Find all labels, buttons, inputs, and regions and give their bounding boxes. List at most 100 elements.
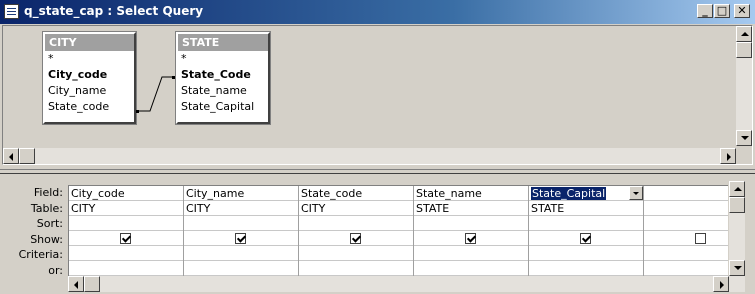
criteria-cell[interactable] [69,246,183,261]
criteria-cell[interactable] [184,246,298,261]
state-table-header[interactable]: STATE [178,34,268,51]
label-table: Table: [30,201,63,215]
or-cell[interactable] [184,261,298,276]
or-cell[interactable] [644,261,728,276]
show-cell[interactable] [299,231,413,246]
scroll-down-button[interactable] [736,130,752,146]
show-cell[interactable] [414,231,528,246]
maximize-button[interactable]: □ [714,4,730,18]
label-criteria: Criteria: [18,248,63,261]
table-pane-hscrollbar[interactable] [3,148,736,164]
field-cell[interactable]: City_name [184,186,298,201]
minimize-button[interactable]: _ [697,4,713,18]
scroll-thumb[interactable] [736,42,752,58]
state-table-box[interactable]: STATE * State_Code State_name State_Capi… [176,32,270,124]
sort-cell[interactable] [644,216,728,231]
join-line [136,76,175,113]
table-cell[interactable]: CITY [299,201,413,216]
grid-row-labels: Field: Table: Sort: Show: Criteria: or: [2,185,66,278]
state-field-state-name[interactable]: State_name [178,83,268,99]
state-field-star[interactable]: * [178,51,268,67]
criteria-cell[interactable] [529,246,643,261]
field-cell[interactable] [644,186,728,201]
field-dropdown-button[interactable] [629,186,643,200]
grid-scroll-right-button[interactable] [713,276,729,292]
table-pane-vscrollbar[interactable] [736,26,752,146]
show-checkbox[interactable] [465,233,476,244]
grid-column[interactable]: City_code CITY [69,186,184,277]
label-sort: Sort: [36,217,63,230]
chevron-down-icon [633,192,639,195]
grid-scroll-up-button[interactable] [729,181,745,197]
sort-cell[interactable] [529,216,643,231]
arrow-down-icon [734,266,742,270]
query-window: q_state_cap : Select Query _ □ ✕ CITY * … [0,0,755,294]
grid-column-selected[interactable]: State_Capital STATE [529,186,644,277]
table-cell[interactable] [644,201,728,216]
criteria-cell[interactable] [644,246,728,261]
label-or: or: [48,263,63,277]
grid-vscrollbar[interactable] [729,181,745,276]
show-cell[interactable] [529,231,643,246]
label-field: Field: [33,186,63,199]
field-selected-value[interactable]: State_Capital [531,187,607,200]
show-checkbox[interactable] [235,233,246,244]
field-cell[interactable]: City_code [69,186,183,201]
show-checkbox[interactable] [120,233,131,244]
scroll-right-button[interactable] [720,148,736,164]
or-cell[interactable] [414,261,528,276]
grid-scroll-left-button[interactable] [68,276,84,292]
pane-splitter[interactable] [0,169,755,174]
table-cell[interactable]: STATE [529,201,643,216]
design-grid[interactable]: City_code CITY City_name CITY State_code… [68,185,728,277]
table-pane[interactable]: CITY * City_code City_name State_code ST… [2,25,753,165]
field-cell[interactable]: State_code [299,186,413,201]
grid-hscrollbar[interactable] [68,276,745,292]
or-cell[interactable] [299,261,413,276]
show-cell[interactable] [69,231,183,246]
hscroll-thumb[interactable] [19,148,35,164]
show-checkbox[interactable] [350,233,361,244]
show-checkbox[interactable] [580,233,591,244]
grid-column-empty[interactable] [644,186,728,277]
table-cell[interactable]: CITY [184,201,298,216]
or-cell[interactable] [529,261,643,276]
criteria-cell[interactable] [299,246,413,261]
label-show: Show: [30,232,63,246]
sort-cell[interactable] [69,216,183,231]
grid-scroll-down-button[interactable] [729,260,745,276]
arrow-left-icon [9,153,13,161]
show-checkbox[interactable] [695,233,706,244]
scroll-left-button[interactable] [3,148,19,164]
close-button[interactable]: ✕ [734,4,750,18]
arrow-right-icon [727,153,731,161]
show-cell[interactable] [644,231,728,246]
field-dropdown[interactable]: State_Capital [529,186,643,201]
arrow-right-icon [720,281,724,289]
state-field-state-capital[interactable]: State_Capital [178,99,268,115]
grid-column[interactable]: State_code CITY [299,186,414,277]
arrow-up-icon [741,32,749,36]
grid-column[interactable]: City_name CITY [184,186,299,277]
or-cell[interactable] [69,261,183,276]
grid-hscroll-thumb[interactable] [84,276,100,292]
arrow-down-icon [741,136,749,140]
window-title: q_state_cap : Select Query [24,4,204,18]
table-cell[interactable]: STATE [414,201,528,216]
state-field-state-code[interactable]: State_Code [178,67,268,83]
query-icon [4,4,19,19]
sort-cell[interactable] [299,216,413,231]
sort-cell[interactable] [414,216,528,231]
grid-column[interactable]: State_name STATE [414,186,529,277]
table-cell[interactable]: CITY [69,201,183,216]
field-cell[interactable]: State_name [414,186,528,201]
title-bar[interactable]: q_state_cap : Select Query _ □ ✕ [0,0,755,24]
criteria-cell[interactable] [414,246,528,261]
design-grid-pane: Field: Table: Sort: Show: Criteria: or: … [2,176,753,292]
scroll-up-button[interactable] [736,26,752,42]
arrow-left-icon [74,281,78,289]
grid-vscroll-thumb[interactable] [729,197,745,213]
arrow-up-icon [734,187,742,191]
show-cell[interactable] [184,231,298,246]
sort-cell[interactable] [184,216,298,231]
